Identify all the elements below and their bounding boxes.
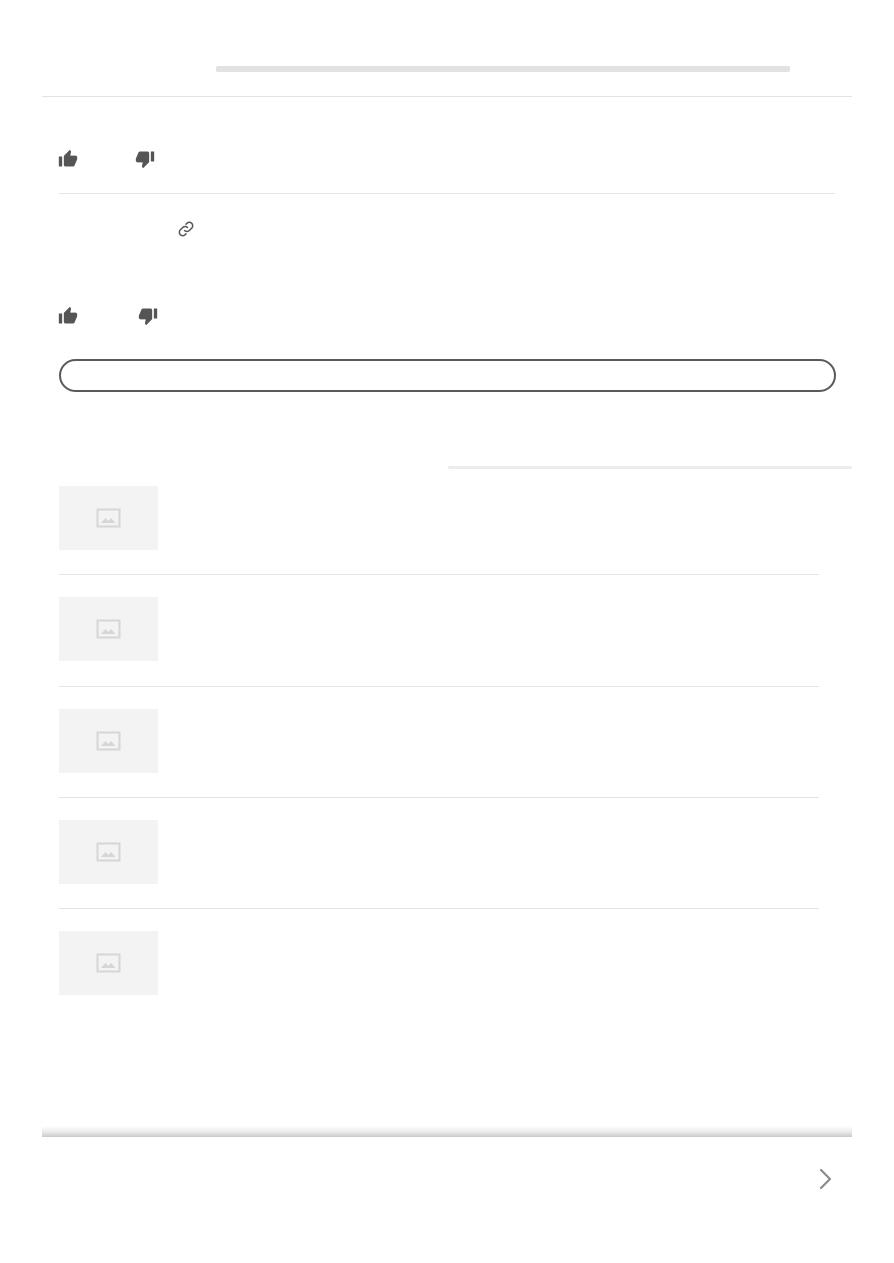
dislike-button[interactable]: [135, 149, 155, 169]
image-placeholder-icon: [96, 731, 121, 751]
list-divider: [59, 908, 819, 909]
list-item[interactable]: [59, 709, 819, 799]
thumbnail: [59, 597, 158, 661]
thumbnail: [59, 486, 158, 550]
list-item[interactable]: [59, 486, 819, 576]
image-placeholder-icon: [96, 508, 121, 528]
thumbnail: [59, 820, 158, 884]
list-divider: [59, 574, 819, 575]
show-more-button[interactable]: [59, 359, 836, 392]
next-button[interactable]: [813, 1167, 837, 1191]
list-item[interactable]: [59, 931, 819, 1021]
thumbnail: [59, 931, 158, 995]
thumbs-down-icon: [135, 151, 155, 169]
header-title-skeleton: [216, 66, 790, 72]
list-divider: [59, 686, 819, 687]
list-divider: [59, 797, 819, 798]
thumbs-up-icon: [58, 306, 78, 324]
header-divider: [42, 96, 852, 97]
list-item[interactable]: [59, 597, 819, 687]
link-icon: [178, 221, 194, 237]
list-item[interactable]: [59, 820, 819, 910]
thumbnail: [59, 709, 158, 773]
thumbs-down-icon: [138, 308, 158, 326]
chevron-right-icon: [819, 1168, 832, 1190]
image-placeholder-icon: [96, 842, 121, 862]
copy-link-button[interactable]: [177, 220, 195, 238]
like-button[interactable]: [58, 149, 78, 169]
like-button[interactable]: [58, 306, 78, 326]
dislike-button[interactable]: [138, 306, 158, 326]
image-placeholder-icon: [96, 953, 121, 973]
section-divider: [59, 193, 835, 194]
footer-shadow: [42, 1126, 852, 1137]
image-placeholder-icon: [96, 619, 121, 639]
thumbs-up-icon: [58, 149, 78, 167]
related-heading-skeleton: [448, 466, 852, 469]
